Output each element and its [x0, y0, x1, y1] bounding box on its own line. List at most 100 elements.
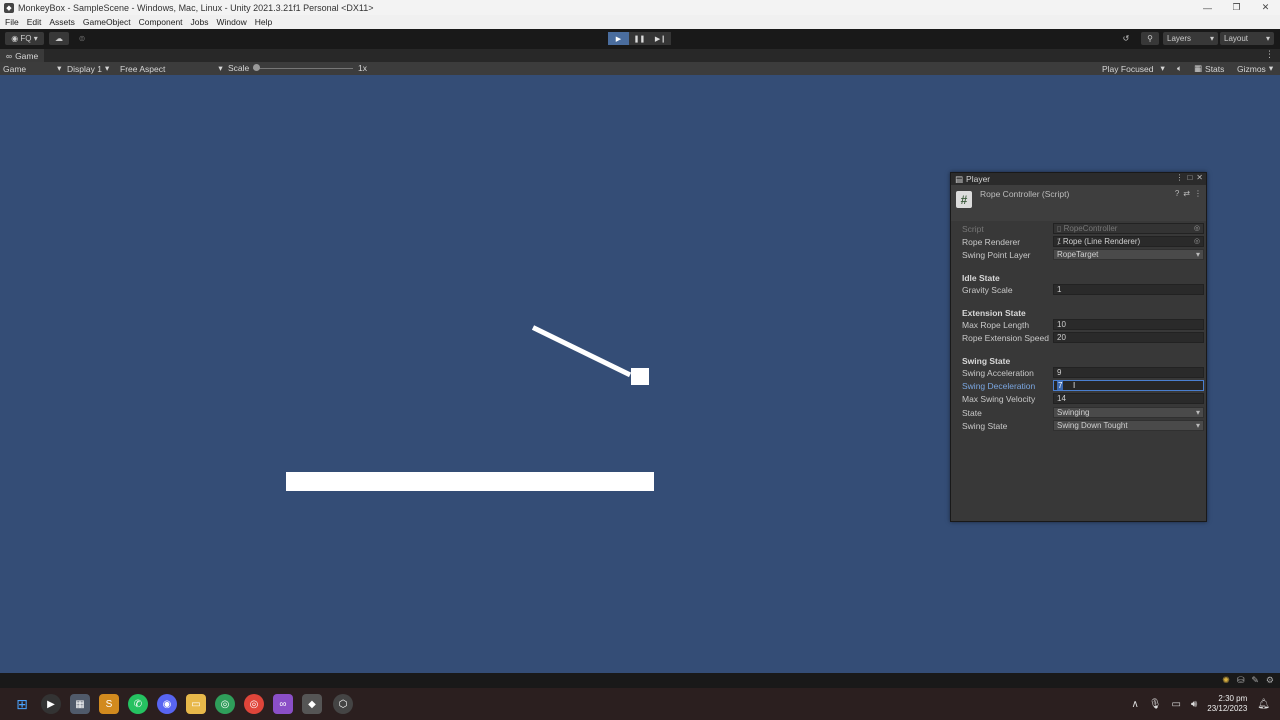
- menu-bar: File Edit Assets GameObject Component Jo…: [0, 15, 1280, 29]
- calculator-icon[interactable]: ▦: [70, 694, 90, 714]
- lighting-icon[interactable]: ✺: [1222, 675, 1230, 686]
- idle-state-header: Idle State: [962, 273, 1000, 283]
- search-button[interactable]: ⚲: [1141, 32, 1159, 45]
- layers-dropdown[interactable]: Layers ▾: [1163, 32, 1218, 45]
- rope-renderer-object-field[interactable]: ⁒ Rope (Line Renderer): [1053, 236, 1204, 247]
- game-mode-dropdown[interactable]: Game ▾: [3, 63, 61, 74]
- inspector-tab[interactable]: ▤ Player ⋮ □ ✕: [951, 173, 1206, 185]
- menu-help[interactable]: Help: [255, 17, 272, 27]
- whatsapp-icon[interactable]: ✆: [128, 694, 148, 714]
- cache-icon[interactable]: ⛁: [1237, 675, 1245, 686]
- grid-icon: ▦: [1194, 63, 1203, 73]
- play-button[interactable]: ▶: [608, 32, 629, 45]
- rope-extension-speed-input[interactable]: 20: [1053, 332, 1204, 343]
- player-sprite: [631, 368, 649, 385]
- stats-button[interactable]: ▦ Stats: [1194, 63, 1224, 74]
- search-icon: ⚲: [1147, 34, 1153, 43]
- swing-state-dropdown[interactable]: Swing Down Tought: [1053, 420, 1204, 431]
- game-tab-strip: ∞ Game ⋮: [0, 49, 1280, 62]
- microphone-icon[interactable]: 🎙︎: [1149, 699, 1162, 710]
- scale-slider[interactable]: [253, 64, 353, 71]
- network-icon[interactable]: ▭: [1171, 699, 1180, 710]
- swing-acceleration-input[interactable]: 9: [1053, 367, 1204, 378]
- tab-game[interactable]: ∞ Game: [0, 49, 45, 62]
- chevron-down-icon: ▾: [218, 63, 223, 73]
- chevron-down-icon: ▾: [104, 63, 110, 73]
- pause-button[interactable]: ❚❚: [629, 32, 650, 45]
- close-icon[interactable]: ✕: [1196, 173, 1203, 182]
- cloud-icon: ☁: [55, 34, 63, 43]
- rope-line: [531, 325, 632, 378]
- swing-deceleration-input[interactable]: 7I: [1053, 380, 1204, 391]
- chevron-down-icon: ▾: [31, 34, 38, 43]
- display-dropdown[interactable]: Display 1 ▾: [67, 63, 109, 74]
- minimize-button[interactable]: —: [1193, 0, 1222, 15]
- play-focused-dropdown[interactable]: Play Focused ▾: [1102, 63, 1165, 74]
- help-icon[interactable]: ?: [1175, 189, 1179, 198]
- chevron-up-icon[interactable]: ∧: [1131, 699, 1138, 710]
- aspect-dropdown[interactable]: Free Aspect ▾: [120, 63, 223, 74]
- maximize-icon[interactable]: □: [1187, 173, 1192, 182]
- history-button[interactable]: ↺: [1117, 32, 1135, 45]
- more-options-icon[interactable]: ⋮: [1194, 189, 1202, 198]
- volume-icon[interactable]: 🔊︎: [1191, 699, 1197, 710]
- account-dropdown[interactable]: ◉ FQ ▾: [5, 32, 44, 45]
- unity-logo-icon: ◆: [4, 2, 14, 13]
- chrome-icon[interactable]: ◎: [244, 694, 264, 714]
- menu-window[interactable]: Window: [217, 17, 247, 27]
- script-object-field: ▯ RopeController: [1053, 223, 1204, 234]
- unity-icon[interactable]: ◆: [302, 694, 322, 714]
- collab-button[interactable]: ⊚: [74, 32, 90, 45]
- max-swing-velocity-input[interactable]: 14: [1053, 393, 1204, 404]
- close-button[interactable]: ✕: [1251, 0, 1280, 15]
- field-rope-extension-speed: Rope Extension Speed 20: [951, 332, 1206, 344]
- inspector-window-controls: ⋮ □ ✕: [1175, 173, 1203, 182]
- gravity-scale-input[interactable]: 1: [1053, 284, 1204, 295]
- script-hash-icon: #: [956, 191, 972, 208]
- gizmos-dropdown[interactable]: Gizmos ▾: [1237, 63, 1273, 74]
- discord-icon[interactable]: ◉: [157, 694, 177, 714]
- swing-point-layer-dropdown[interactable]: RopeTarget: [1053, 249, 1204, 260]
- more-options-icon[interactable]: ⋮: [1175, 173, 1183, 182]
- field-script: Script ▯ RopeController: [951, 223, 1206, 235]
- chevron-down-icon: ▾: [1265, 34, 1270, 43]
- component-header[interactable]: # Rope Controller (Script) ? ⇄ ⋮: [951, 185, 1206, 221]
- visual-studio-icon[interactable]: ∞: [273, 694, 293, 714]
- chevron-down-icon: ▾: [1268, 63, 1274, 73]
- more-options-icon[interactable]: ⋮: [1265, 49, 1274, 60]
- component-header-icons: ? ⇄ ⋮: [1175, 189, 1202, 198]
- menu-assets[interactable]: Assets: [49, 17, 75, 27]
- step-button[interactable]: ▶❙: [650, 32, 671, 45]
- menu-file[interactable]: File: [5, 17, 19, 27]
- settings-icon[interactable]: ⚙: [1266, 675, 1274, 686]
- text-cursor-icon: I: [1073, 381, 1076, 390]
- maximize-button[interactable]: ❐: [1222, 0, 1251, 15]
- state-dropdown[interactable]: Swinging: [1053, 407, 1204, 418]
- sublime-text-icon[interactable]: S: [99, 694, 119, 714]
- media-player-icon[interactable]: ▶: [41, 694, 61, 714]
- main-toolbar: ◉ FQ ▾ ☁ ⊚ ▶ ❚❚ ▶❙ ↺ ⚲ Layers ▾ Layout ▾: [0, 29, 1280, 49]
- history-icon: ↺: [1122, 34, 1130, 43]
- notification-bell-icon[interactable]: 🔔︎: [1257, 699, 1270, 710]
- max-rope-length-input[interactable]: 10: [1053, 319, 1204, 330]
- field-state: State Swinging: [951, 407, 1206, 419]
- field-max-swing-velocity: Max Swing Velocity 14: [951, 393, 1206, 405]
- windows-start-icon[interactable]: ⊞: [12, 694, 32, 714]
- file-explorer-icon[interactable]: ▭: [186, 694, 206, 714]
- layout-dropdown[interactable]: Layout ▾: [1220, 32, 1274, 45]
- account-icon: ◉: [11, 34, 21, 43]
- cloud-button[interactable]: ☁: [49, 32, 69, 45]
- menu-jobs[interactable]: Jobs: [191, 17, 209, 27]
- chrome-dev-icon[interactable]: ◎: [215, 694, 235, 714]
- menu-edit[interactable]: Edit: [27, 17, 42, 27]
- menu-gameobject[interactable]: GameObject: [83, 17, 131, 27]
- menu-component[interactable]: Component: [139, 17, 183, 27]
- taskbar-clock[interactable]: 2:30 pm 23/12/2023: [1207, 694, 1247, 714]
- preset-icon[interactable]: ⇄: [1183, 189, 1190, 198]
- debug-icon[interactable]: ✎: [1251, 675, 1259, 686]
- field-swing-state: Swing State Swing Down Tought: [951, 420, 1206, 432]
- mute-audio-button[interactable]: 🔈︎: [1177, 63, 1182, 74]
- scale-slider-handle[interactable]: [253, 64, 260, 71]
- unity-hub-icon[interactable]: ⬡: [333, 694, 353, 714]
- window-controls: — ❐ ✕: [1193, 0, 1280, 15]
